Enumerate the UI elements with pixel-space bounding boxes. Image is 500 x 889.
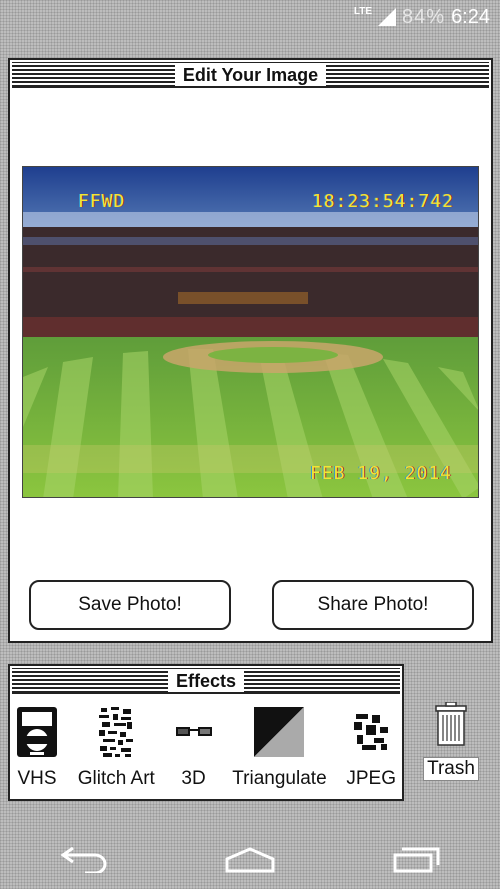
photo-preview[interactable]: FFWD 18:23:54:742 FEB 19, 2014: [22, 166, 479, 498]
trash-button[interactable]: Trash: [423, 701, 479, 784]
3d-glasses-icon: [175, 706, 213, 758]
effect-label: 3D: [181, 768, 206, 789]
vhs-cassette-icon: [16, 706, 58, 758]
effect-label: Triangulate: [232, 768, 327, 789]
effects-window: Effects VHS Glitch Art 3D Triangulate JP…: [8, 664, 404, 801]
effect-3d[interactable]: 3D: [175, 696, 213, 796]
clock: 6:24: [451, 5, 490, 28]
osd-timestamp: 18:23:54:742: [311, 191, 454, 212]
window-title: Edit Your Image: [174, 63, 327, 86]
effect-jpeg[interactable]: JPEG: [346, 696, 396, 796]
jpeg-blocks-icon: [354, 706, 389, 758]
effect-label: VHS: [17, 768, 57, 789]
effect-glitch-art[interactable]: Glitch Art: [78, 696, 155, 796]
osd-date: FEB 19, 2014: [309, 463, 452, 484]
edit-image-window: Edit Your Image FFWD 18:23:54:742 FEB 19…: [8, 58, 493, 643]
save-photo-button[interactable]: Save Photo!: [29, 580, 231, 630]
status-bar: LTE 84% 6:24: [0, 0, 500, 34]
effect-triangulate[interactable]: Triangulate: [232, 696, 327, 796]
share-photo-button[interactable]: Share Photo!: [272, 580, 474, 630]
effect-vhs[interactable]: VHS: [16, 696, 58, 796]
effects-list: VHS Glitch Art 3D Triangulate JPEG: [10, 696, 402, 796]
signal-icon: [378, 8, 397, 26]
effect-label: Glitch Art: [77, 768, 155, 789]
effects-title-bar: Effects: [12, 668, 400, 694]
home-icon[interactable]: [210, 835, 290, 885]
trash-can-icon: [435, 701, 467, 751]
trash-label: Trash: [423, 757, 479, 781]
effect-label: JPEG: [346, 768, 396, 789]
osd-mode-label: FFWD: [78, 191, 126, 212]
window-title-bar: Edit Your Image: [12, 62, 489, 88]
glitch-pattern-icon: [99, 706, 134, 758]
triangle-split-icon: [254, 706, 305, 758]
stadium-photo: [23, 167, 478, 497]
back-icon[interactable]: [43, 835, 123, 885]
navigation-bar: [0, 830, 500, 889]
effects-title: Effects: [167, 669, 245, 692]
network-type: LTE: [353, 5, 373, 17]
recents-icon[interactable]: [377, 835, 457, 885]
battery-level: 84%: [402, 5, 446, 28]
